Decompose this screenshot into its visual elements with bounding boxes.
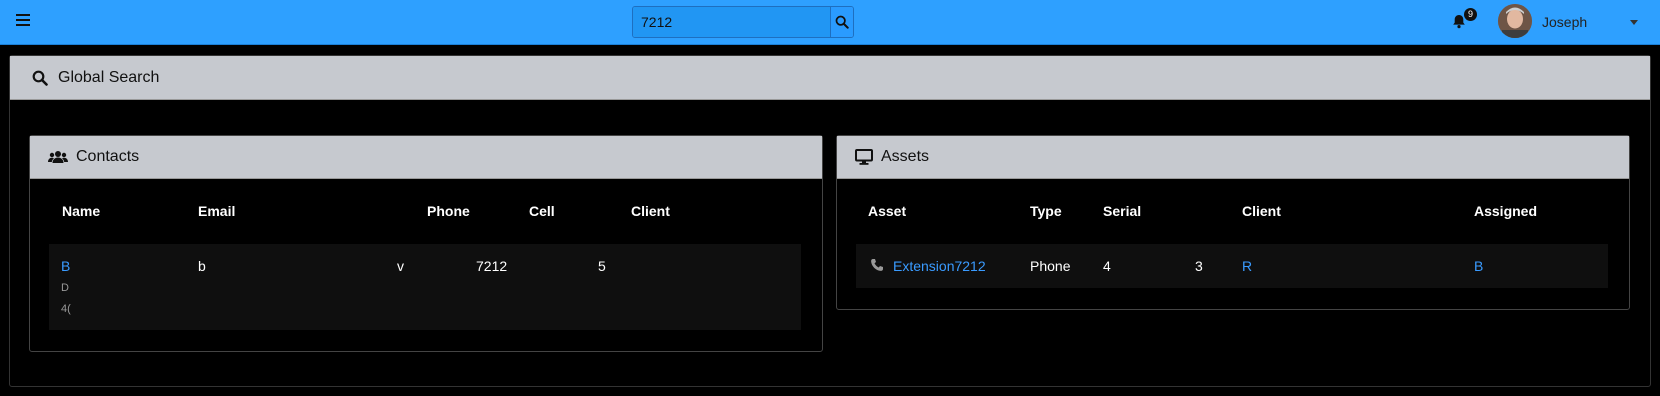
asset-client-link[interactable]: R <box>1242 258 1252 274</box>
assets-card: Assets Asset Type Serial Client Assigned… <box>836 135 1630 310</box>
assets-header: Assets <box>837 136 1629 179</box>
top-navbar: 9 Joseph <box>0 0 1660 45</box>
column-header-phone: Phone <box>427 203 470 219</box>
contact-email-extra: v <box>397 258 404 274</box>
global-search-header: Global Search <box>10 56 1650 100</box>
search-icon <box>32 70 48 86</box>
assets-table-header: Asset Type Serial Client Assigned <box>837 179 1629 223</box>
assets-title: Assets <box>881 148 930 165</box>
users-icon <box>48 151 68 163</box>
asset-serial-2: 3 <box>1195 258 1203 274</box>
asset-link[interactable]: Extension7212 <box>893 258 986 274</box>
contact-cell: 5 <box>598 258 606 274</box>
search-input[interactable] <box>633 7 830 37</box>
column-header-email: Email <box>198 203 236 219</box>
chevron-down-icon[interactable] <box>1630 20 1638 25</box>
search-icon <box>835 15 849 29</box>
search-button[interactable] <box>830 7 853 37</box>
asset-serial: 4 <box>1103 258 1111 274</box>
contact-name-link[interactable]: B <box>61 258 70 274</box>
asset-type: Phone <box>1030 258 1071 274</box>
asset-assigned-link[interactable]: B <box>1474 258 1483 274</box>
contact-name-sub: D <box>61 282 69 294</box>
avatar[interactable] <box>1498 4 1532 38</box>
contact-phone: 7212 <box>476 258 508 274</box>
menu-toggle-icon[interactable] <box>16 14 30 26</box>
column-header-asset: Asset <box>868 203 907 219</box>
page-title: Global Search <box>58 68 160 86</box>
notification-count-badge: 9 <box>1464 8 1477 21</box>
contact-name-sub2: 4( <box>61 303 71 315</box>
contacts-header: Contacts <box>30 136 822 179</box>
table-row: B D 4( b v 7212 5 <box>49 244 801 330</box>
phone-icon <box>871 259 883 271</box>
contact-email: b <box>198 258 206 274</box>
column-header-assigned: Assigned <box>1474 203 1538 219</box>
user-menu-name[interactable]: Joseph <box>1542 14 1587 30</box>
contacts-title: Contacts <box>76 148 140 165</box>
contacts-card: Contacts Name Email Phone Cell Client B … <box>29 135 823 352</box>
global-search-form <box>632 6 854 38</box>
table-row: Extension7212 Phone 4 3 R B <box>856 244 1608 288</box>
column-header-client: Client <box>1242 203 1281 219</box>
column-header-name: Name <box>62 203 101 219</box>
column-header-client: Client <box>631 203 670 219</box>
column-header-cell: Cell <box>529 203 555 219</box>
column-header-serial: Serial <box>1103 203 1142 219</box>
desktop-icon <box>855 149 873 165</box>
column-header-type: Type <box>1030 203 1062 219</box>
contacts-table-header: Name Email Phone Cell Client <box>30 179 822 223</box>
